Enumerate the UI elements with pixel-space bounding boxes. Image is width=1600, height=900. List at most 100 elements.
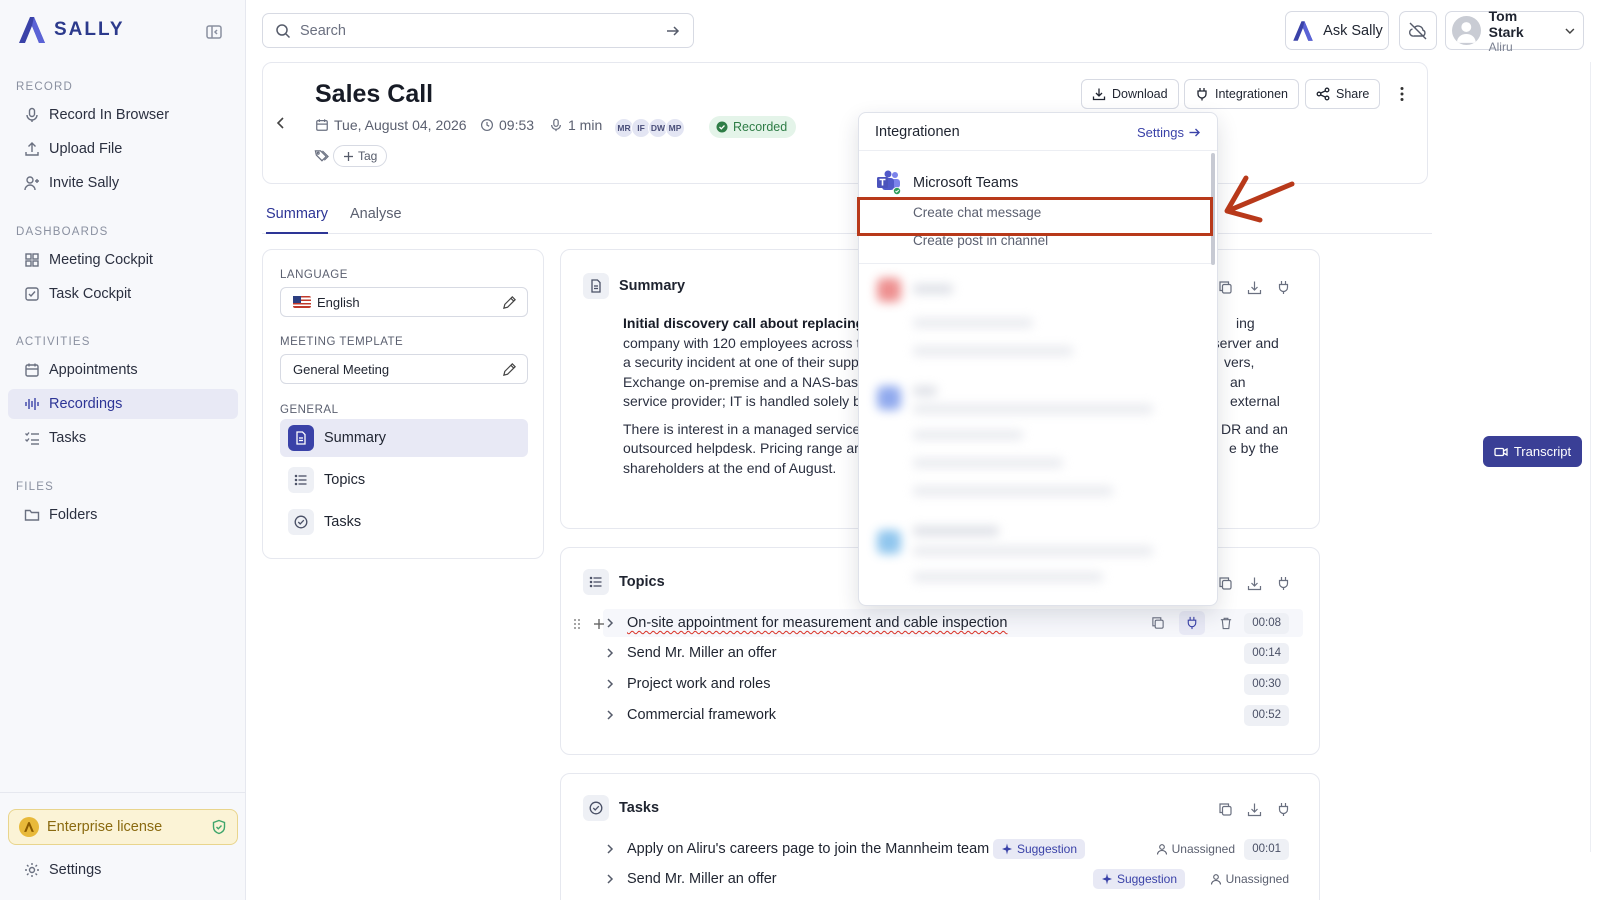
plug-icon[interactable] xyxy=(1276,280,1291,295)
task-row[interactable]: Send Mr. Miller an offer Suggestion Unas… xyxy=(603,865,1303,893)
section-nav-label: Topics xyxy=(324,472,366,488)
copy-icon[interactable] xyxy=(1151,616,1165,630)
ask-sally-button[interactable]: Ask Sally xyxy=(1285,11,1389,50)
cloud-off-button[interactable] xyxy=(1399,11,1437,50)
back-arrow-icon[interactable] xyxy=(272,114,290,132)
task-label[interactable]: Send Mr. Miller an offer xyxy=(627,871,777,887)
logo[interactable]: SALLY xyxy=(16,14,125,46)
copy-icon[interactable] xyxy=(1218,576,1233,591)
sidebar-item-upload-file[interactable]: Upload File xyxy=(8,134,238,164)
plug-icon[interactable] xyxy=(1276,802,1291,817)
us-flag-icon xyxy=(293,296,311,308)
tab-analyse[interactable]: Analyse xyxy=(350,206,402,234)
more-options-icon[interactable] xyxy=(1392,84,1412,104)
dropdown-title: Integrationen xyxy=(875,124,960,140)
task-label[interactable]: Apply on Aliru's careers page to join th… xyxy=(627,841,989,857)
timestamp-chip[interactable]: 00:30 xyxy=(1244,673,1289,695)
add-tag-label: Tag xyxy=(358,149,378,163)
integrations-button[interactable]: Integrationen xyxy=(1184,79,1299,109)
download-icon[interactable] xyxy=(1247,576,1262,591)
language-select[interactable]: English xyxy=(280,287,528,317)
tab-summary[interactable]: Summary xyxy=(266,206,329,234)
plug-icon[interactable] xyxy=(1276,576,1291,591)
sidebar-item-appointments[interactable]: Appointments xyxy=(8,355,238,385)
integration-settings-link[interactable]: Settings xyxy=(1137,125,1201,140)
sidebar-item-record-in-browser[interactable]: Record In Browser xyxy=(8,100,238,130)
assignee[interactable]: Unassigned xyxy=(1156,842,1235,856)
section-nav-topics[interactable]: Topics xyxy=(280,461,528,499)
user-menu-button[interactable]: Tom Stark Aliru xyxy=(1445,8,1584,54)
sidebar-item-invite-sally[interactable]: Invite Sally xyxy=(8,168,238,198)
chevron-right-icon[interactable] xyxy=(603,677,617,691)
plug-icon[interactable] xyxy=(1179,611,1205,635)
timestamp-chip[interactable]: 00:01 xyxy=(1244,838,1289,860)
assignee[interactable]: Unassigned xyxy=(1210,872,1289,886)
drag-handle-icon[interactable] xyxy=(570,617,584,631)
summary-line: shareholders at the end of August. xyxy=(623,459,837,476)
arrow-right-icon[interactable] xyxy=(665,23,681,39)
topic-row[interactable]: Project work and roles 00:30 xyxy=(603,670,1303,698)
topic-row[interactable]: On-site appointment for measurement and … xyxy=(603,609,1303,637)
timestamp-chip[interactable]: 00:52 xyxy=(1244,704,1289,726)
download-icon[interactable] xyxy=(1247,802,1262,817)
summary-card-actions xyxy=(1218,280,1291,295)
sidebar-item-meeting-cockpit[interactable]: Meeting Cockpit xyxy=(8,245,238,275)
page-scrollbar[interactable] xyxy=(1590,62,1596,852)
list-icon xyxy=(288,467,314,493)
language-label: LANGUAGE xyxy=(280,269,348,281)
summary-card-title: Summary xyxy=(619,278,686,294)
copy-icon[interactable] xyxy=(1218,802,1233,817)
avatar xyxy=(1452,16,1481,45)
sidebar: SALLY RECORD Record In Browser Upload Fi… xyxy=(0,0,246,900)
meeting-time: 09:53 xyxy=(480,117,534,133)
calendar-icon xyxy=(25,363,39,377)
section-nav-summary[interactable]: Summary xyxy=(280,419,528,457)
sidebar-item-label: Tasks xyxy=(49,430,87,446)
suggestion-badge[interactable]: Suggestion xyxy=(992,839,1085,859)
copy-icon[interactable] xyxy=(1218,280,1233,295)
download-icon[interactable] xyxy=(1247,280,1262,295)
topic-label[interactable]: Project work and roles xyxy=(627,676,770,692)
participants[interactable]: MR IF DW MP xyxy=(614,118,685,138)
sidebar-item-folders[interactable]: Folders xyxy=(8,500,238,530)
section-nav-tasks[interactable]: Tasks xyxy=(280,503,528,541)
topic-row[interactable]: Commercial framework 00:52 xyxy=(603,701,1303,729)
search-input[interactable] xyxy=(300,22,656,39)
topic-row[interactable]: Send Mr. Miller an offer 00:14 xyxy=(603,639,1303,667)
sidebar-item-recordings[interactable]: Recordings xyxy=(8,389,238,419)
tasks-card-header: Tasks xyxy=(583,795,659,821)
download-button[interactable]: Download xyxy=(1081,79,1179,109)
enterprise-license-badge[interactable]: Enterprise license xyxy=(8,809,238,845)
download-icon xyxy=(1092,88,1106,101)
add-topic-icon[interactable] xyxy=(592,617,606,631)
topic-label[interactable]: Commercial framework xyxy=(627,707,776,723)
chevron-right-icon[interactable] xyxy=(603,842,617,856)
brand-name: SALLY xyxy=(54,19,125,40)
topic-label[interactable]: Send Mr. Miller an offer xyxy=(627,645,777,661)
check-circle-icon xyxy=(716,121,728,133)
blurred-app-icon xyxy=(877,386,901,410)
trash-icon[interactable] xyxy=(1219,616,1233,630)
sidebar-item-settings[interactable]: Settings xyxy=(8,855,238,885)
topics-card-header: Topics xyxy=(583,569,665,595)
chevron-right-icon[interactable] xyxy=(603,646,617,660)
language-value: English xyxy=(317,294,360,310)
collapse-sidebar-icon[interactable] xyxy=(204,22,224,42)
topic-label[interactable]: On-site appointment for measurement and … xyxy=(627,615,1007,631)
chevron-right-icon[interactable] xyxy=(603,708,617,722)
annotation-highlight-box xyxy=(857,197,1213,236)
sidebar-item-task-cockpit[interactable]: Task Cockpit xyxy=(8,279,238,309)
timestamp-chip[interactable]: 00:14 xyxy=(1244,642,1289,664)
suggestion-badge[interactable]: Suggestion xyxy=(1092,869,1185,889)
timestamp-chip[interactable]: 00:08 xyxy=(1244,612,1289,634)
transcript-button[interactable]: Transcript xyxy=(1483,436,1582,467)
blurred-app-icon xyxy=(877,278,901,302)
summary-card-header: Summary xyxy=(583,273,685,299)
task-row[interactable]: Apply on Aliru's careers page to join th… xyxy=(603,835,1303,863)
template-select[interactable]: General Meeting xyxy=(280,354,528,384)
sidebar-item-tasks[interactable]: Tasks xyxy=(8,423,238,453)
chevron-right-icon[interactable] xyxy=(603,872,617,886)
share-button[interactable]: Share xyxy=(1305,79,1381,109)
status-text: Recorded xyxy=(733,120,788,134)
add-tag-button[interactable]: Tag xyxy=(333,145,388,167)
